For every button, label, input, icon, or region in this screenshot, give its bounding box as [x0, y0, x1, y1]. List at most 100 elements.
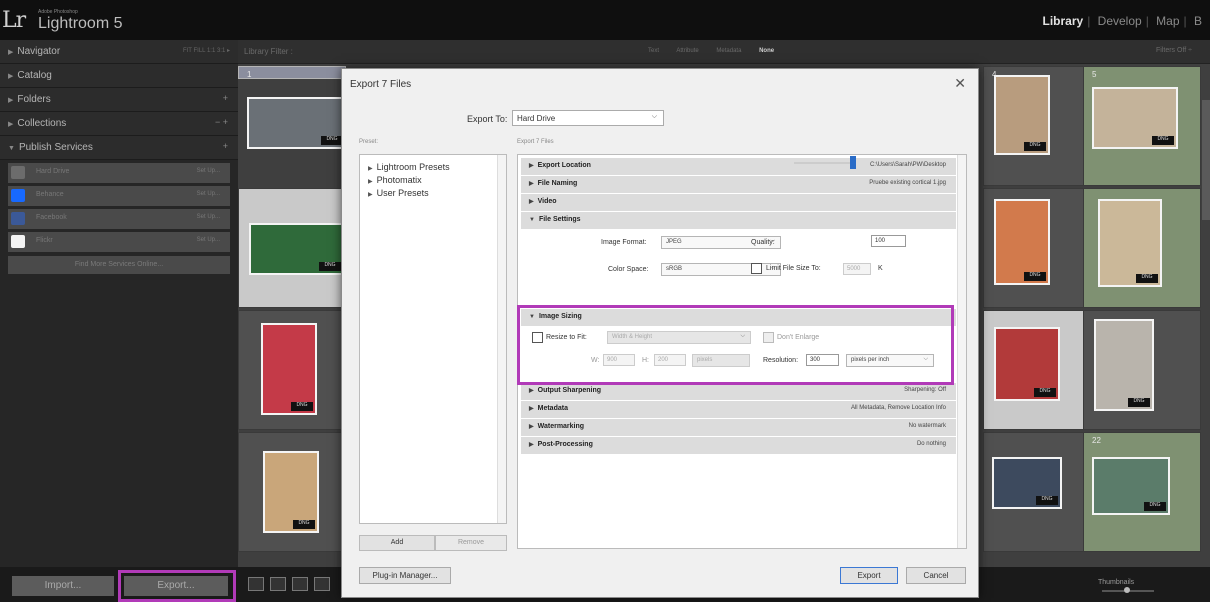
close-icon[interactable]: ✕ [954, 75, 966, 92]
export-to-select[interactable]: Hard Drive ⌵ [512, 110, 664, 126]
publish-service-1[interactable]: Behance Set Up... [8, 186, 230, 206]
photo-thumbnail[interactable]: DNG [263, 451, 319, 533]
quality-input[interactable]: 100 [871, 235, 906, 247]
section-file-settings[interactable]: ▼ File Settings [521, 212, 956, 229]
filter-none[interactable]: None [759, 48, 774, 54]
remove-preset-button[interactable]: Remove [435, 535, 507, 551]
export-to-label: Export To: [467, 114, 508, 124]
section-watermarking[interactable]: ▶ Watermarking No watermark [521, 419, 956, 436]
dialog-title: Export 7 Files [350, 79, 412, 90]
presets-scrollbar[interactable] [497, 155, 506, 523]
limit-file-size-checkbox[interactable] [751, 263, 762, 274]
photo-thumbnail[interactable]: DNG [261, 323, 317, 415]
publish-service-0[interactable]: Hard Drive Set Up... [8, 163, 230, 183]
left-panel: ▶ Navigator FIT FILL 1:1 3:1 ▸ ▶ Catalog ▶… [0, 40, 238, 567]
grid-cell[interactable]: DNG [238, 188, 346, 308]
filter-text[interactable]: Text [648, 48, 659, 54]
module-library[interactable]: Library [1043, 14, 1084, 28]
photo-thumbnail[interactable]: DNG [1094, 319, 1154, 411]
export-confirm-button[interactable]: Export [840, 567, 898, 584]
photo-thumbnail[interactable]: DNG [994, 327, 1060, 401]
module-develop[interactable]: Develop [1098, 14, 1142, 28]
photo-thumbnail[interactable]: DNG [247, 97, 347, 149]
survey-view-icon[interactable] [314, 577, 330, 591]
publish-service-3[interactable]: Flickr Set Up... [8, 232, 230, 252]
publish-service-2[interactable]: Facebook Set Up... [8, 209, 230, 229]
photo-thumbnail[interactable]: DNG [1092, 457, 1170, 515]
section-video[interactable]: ▶ Video [521, 194, 956, 211]
filter-metadata[interactable]: Metadata [716, 48, 741, 54]
plugin-manager-button[interactable]: Plug-in Manager... [359, 567, 451, 584]
preset-folder-user[interactable]: ▶ User Presets [360, 185, 506, 198]
thumbnail-size-knob[interactable] [1124, 587, 1130, 593]
folders-header[interactable]: ▶ Folders + [0, 88, 238, 112]
grid-scrollbar[interactable] [1202, 100, 1210, 220]
expand-triangle-icon: ▶ [529, 442, 534, 448]
find-more-services-button[interactable]: Find More Services Online... [8, 256, 230, 274]
publish-service-setup[interactable]: Set Up... [197, 214, 220, 220]
section-file-naming[interactable]: ▶ File Naming Pruebe existing cortical 1.j… [521, 176, 956, 193]
section-summary: All Metadata, Remove Location Info [850, 405, 946, 411]
photo-thumbnail[interactable]: DNG [994, 75, 1050, 155]
publish-service-name: Hard Drive [36, 168, 70, 175]
catalog-header[interactable]: ▶ Catalog [0, 64, 238, 88]
lightroom-logo: Lr [2, 8, 26, 33]
cancel-button[interactable]: Cancel [906, 567, 966, 584]
color-space-label: Color Space: [608, 266, 649, 273]
quality-slider[interactable] [516, 153, 896, 173]
grid-cell[interactable]: 1 DNG [238, 66, 347, 149]
quality-slider-knob[interactable] [849, 156, 856, 169]
section-output-sharpening[interactable]: ▶ Output Sharpening Sharpening: Off [521, 383, 956, 400]
grid-view-icon[interactable] [248, 577, 264, 591]
grid-cell[interactable]: 22 DNG [1083, 432, 1201, 552]
grid-cell[interactable]: DNG [238, 432, 346, 552]
section-metadata[interactable]: ▶ Metadata All Metadata, Remove Location I… [521, 401, 956, 418]
publish-service-setup[interactable]: Set Up... [197, 168, 220, 174]
publish-services-header[interactable]: ▼ Publish Services + [0, 136, 238, 160]
navigator-label: Navigator [17, 46, 61, 57]
expand-triangle-icon: ▶ [8, 49, 14, 56]
loupe-view-icon[interactable] [270, 577, 286, 591]
section-post-processing[interactable]: ▶ Post-Processing Do nothing [521, 437, 956, 454]
publish-services-label: Publish Services [18, 142, 93, 153]
add-collection-icon[interactable]: − + [215, 117, 228, 127]
add-preset-button[interactable]: Add [359, 535, 435, 551]
photo-thumbnail[interactable]: DNG [1098, 199, 1162, 287]
publish-service-setup[interactable]: Set Up... [197, 191, 220, 197]
filters-off-dropdown[interactable]: Filters Off ÷ [1156, 47, 1192, 54]
collections-header[interactable]: ▶ Collections − + [0, 112, 238, 136]
add-folder-icon[interactable]: + [223, 93, 228, 103]
publish-service-setup[interactable]: Set Up... [197, 237, 220, 243]
hard-drive-icon [11, 166, 25, 179]
file-type-badge: DNG [1024, 272, 1046, 281]
grid-cell[interactable]: DNG [238, 310, 346, 430]
image-sizing-highlight [517, 305, 954, 385]
navigator-zoom-options[interactable]: FIT FILL 1:1 3:1 ▸ [183, 47, 230, 54]
presets-label: Preset: [359, 139, 379, 145]
module-map[interactable]: Map [1156, 14, 1179, 28]
limit-file-size-unit: K [878, 265, 883, 272]
import-button[interactable]: Import... [12, 576, 114, 596]
grid-cell[interactable]: DNG [1083, 310, 1201, 430]
grid-cell[interactable]: 5 DNG [1083, 66, 1201, 186]
photo-thumbnail[interactable]: DNG [992, 457, 1062, 509]
module-book[interactable]: B [1194, 14, 1202, 28]
settings-scrollbar[interactable] [957, 155, 966, 548]
library-filter-label: Library Filter : [244, 47, 293, 56]
grid-cell[interactable]: DNG [1083, 188, 1201, 308]
navigator-header[interactable]: ▶ Navigator FIT FILL 1:1 3:1 ▸ [0, 40, 238, 64]
photo-thumbnail[interactable]: DNG [994, 199, 1050, 285]
preset-folder-lightroom[interactable]: ▶ Lightroom Presets [360, 159, 506, 172]
preset-folder-photomatix[interactable]: ▶ Photomatix [360, 172, 506, 185]
limit-file-size-input[interactable]: 5000 [843, 263, 871, 275]
quality-slider-track [794, 162, 856, 164]
filter-attribute[interactable]: Attribute [676, 48, 698, 54]
compare-view-icon[interactable] [292, 577, 308, 591]
photo-thumbnail[interactable]: DNG [249, 223, 345, 275]
file-type-badge: DNG [1136, 274, 1158, 283]
collections-label: Collections [17, 118, 67, 129]
publish-services-list: Hard Drive Set Up... Behance Set Up... Faceb… [0, 163, 238, 252]
add-publish-service-icon[interactable]: + [223, 141, 228, 151]
photo-thumbnail[interactable]: DNG [1092, 87, 1178, 149]
color-space-select[interactable]: sRGB ⌵ [661, 263, 781, 276]
